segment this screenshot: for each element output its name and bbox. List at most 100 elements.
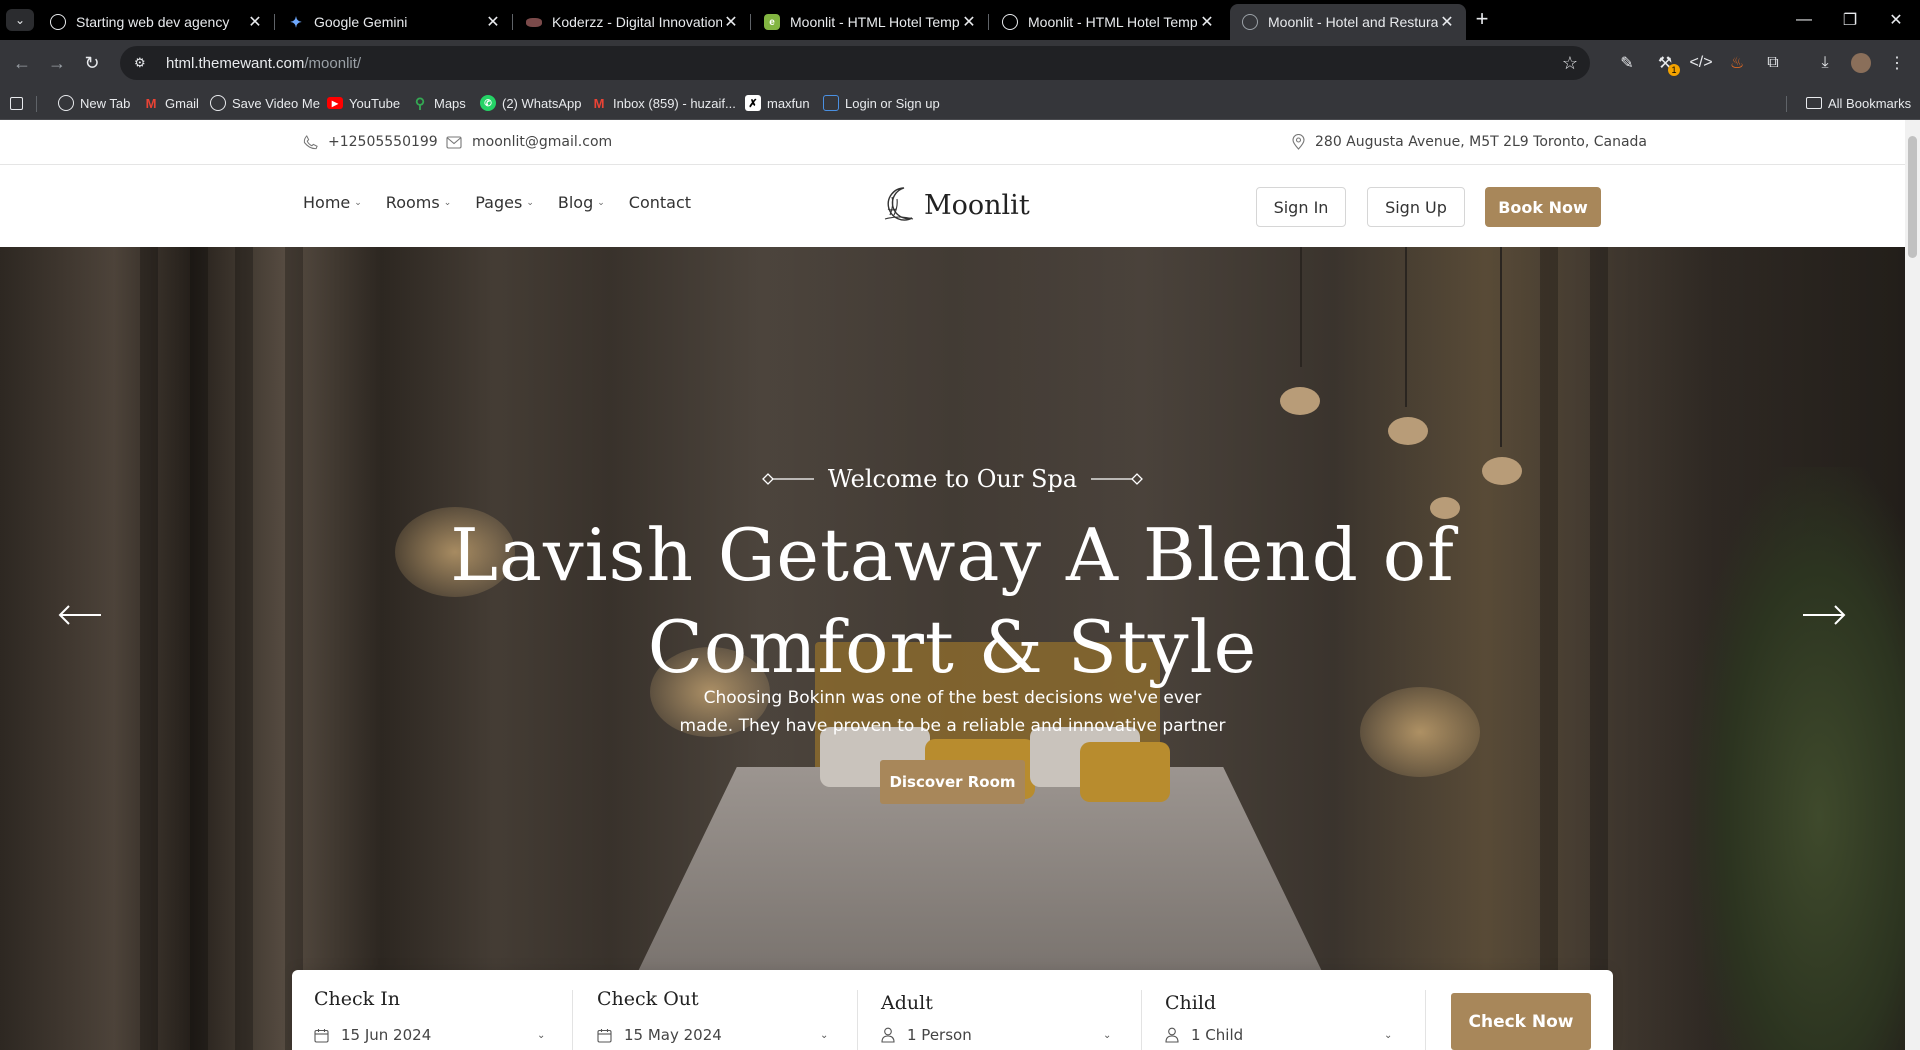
restore-icon[interactable]: ❐ xyxy=(1826,0,1874,40)
extensions-puzzle-icon[interactable]: ⧉ xyxy=(1762,52,1784,74)
email-link[interactable]: moonlit@gmail.com xyxy=(446,134,612,150)
main-navigation: Home ⌄ Rooms ⌄ Pages ⌄ Blog ⌄ Contact Moonli… xyxy=(0,165,1905,247)
bookmark-maxfun[interactable]: ✗ maxfun xyxy=(745,93,810,113)
site-info-icon[interactable]: ⚙ xyxy=(134,55,152,71)
hero-slider: Welcome to Our Spa Lavish Getaway A Blen… xyxy=(0,247,1905,1050)
all-bookmarks[interactable]: All Bookmarks xyxy=(1806,93,1911,113)
chevron-down-icon: ⌄ xyxy=(820,1030,829,1041)
close-tab-icon[interactable]: ✕ xyxy=(722,12,740,32)
check-now-button[interactable]: Check Now xyxy=(1451,993,1591,1050)
bookmarks-bar: New Tab M Gmail Save Video Me ▶ YouTube ⚲ M… xyxy=(0,86,1920,120)
adult-label: Adult xyxy=(881,992,933,1014)
close-tab-icon[interactable]: ✕ xyxy=(960,12,978,32)
location-pin-icon xyxy=(1292,134,1305,150)
adult-select[interactable]: 1 Person xyxy=(881,1026,972,1044)
adult-field[interactable]: Adult 1 Person ⌄ xyxy=(859,970,1139,1050)
browser-tab[interactable]: Moonlit - HTML Hotel Template ✕ xyxy=(990,4,1226,40)
slider-next-arrow-icon[interactable] xyxy=(1800,595,1848,635)
check-in-field[interactable]: Check In 15 Jun 2024 ⌄ xyxy=(292,970,572,1050)
page-viewport: +12505550199 moonlit@gmail.com 280 Augus… xyxy=(0,120,1905,1050)
nav-menu: Home ⌄ Rooms ⌄ Pages ⌄ Blog ⌄ Contact xyxy=(303,193,691,212)
fire-extension-icon[interactable]: ♨ xyxy=(1726,52,1748,74)
forward-icon[interactable]: → xyxy=(45,51,69,75)
close-window-icon[interactable]: ✕ xyxy=(1872,0,1920,40)
child-select[interactable]: 1 Child xyxy=(1165,1026,1243,1044)
nav-item-blog[interactable]: Blog ⌄ xyxy=(558,193,605,212)
gmail-icon: M xyxy=(145,95,157,111)
child-label: Child xyxy=(1165,992,1217,1014)
address-info: 280 Augusta Avenue, M5T 2L9 Toronto, Can… xyxy=(1292,134,1647,150)
hero-subtitle: Welcome to Our Spa xyxy=(0,465,1905,493)
browser-tab[interactable]: ✦ Google Gemini ✕ xyxy=(276,4,512,40)
nav-item-rooms[interactable]: Rooms ⌄ xyxy=(386,193,451,212)
book-now-button[interactable]: Book Now xyxy=(1485,187,1601,227)
check-in-label: Check In xyxy=(314,988,400,1010)
tab-title: Moonlit - HTML Hotel Template xyxy=(790,14,960,30)
apps-grid-icon[interactable] xyxy=(10,93,29,113)
profile-avatar[interactable] xyxy=(1850,52,1872,74)
moonlit-icon xyxy=(1002,14,1018,30)
bookmark-save-video[interactable]: Save Video Me xyxy=(210,93,320,113)
close-tab-icon[interactable]: ✕ xyxy=(246,12,264,32)
browser-tab-active[interactable]: Moonlit - Hotel and Resturant H ✕ xyxy=(1230,4,1466,40)
login-icon xyxy=(823,95,839,111)
nav-item-pages[interactable]: Pages ⌄ xyxy=(475,193,534,212)
sign-in-button[interactable]: Sign In xyxy=(1256,187,1346,227)
openai-icon xyxy=(50,14,66,30)
browser-tab[interactable]: e Moonlit - HTML Hotel Template ✕ xyxy=(752,4,988,40)
chrome-menu-icon[interactable]: ⋮ xyxy=(1886,52,1908,74)
page-scrollbar[interactable] xyxy=(1905,120,1920,1050)
back-icon[interactable]: ← xyxy=(10,51,34,75)
browser-toolbar: ← → ↻ ⚙ html.themewant.com /moonlit/ ☆ ✎… xyxy=(0,40,1920,86)
nav-item-contact[interactable]: Contact xyxy=(629,193,691,212)
person-icon xyxy=(1165,1027,1179,1043)
extension-icon[interactable]: ⚒ 1 xyxy=(1654,52,1680,76)
discover-room-button[interactable]: Discover Room xyxy=(880,760,1025,804)
browser-tab[interactable]: Koderzz - Digital Innovation & I ✕ xyxy=(514,4,750,40)
hero-title: Lavish Getaway A Blend of Comfort & Styl… xyxy=(0,509,1905,693)
scrollbar-thumb[interactable] xyxy=(1908,136,1917,258)
phone-link[interactable]: +12505550199 xyxy=(303,134,438,150)
hero-title-line-1: Lavish Getaway A Blend of xyxy=(450,513,1455,597)
moonlit-icon xyxy=(1242,14,1258,30)
reload-icon[interactable]: ↻ xyxy=(80,51,104,75)
booking-form: Check In 15 Jun 2024 ⌄ Check Out 15 May … xyxy=(292,970,1613,1050)
bookmark-whatsapp[interactable]: ✆ (2) WhatsApp xyxy=(480,93,581,113)
logo-text: Moonlit xyxy=(924,189,1030,221)
close-tab-icon[interactable]: ✕ xyxy=(484,12,502,32)
check-out-label: Check Out xyxy=(597,988,699,1010)
bookmark-youtube[interactable]: ▶ YouTube xyxy=(327,93,400,113)
sign-up-button[interactable]: Sign Up xyxy=(1367,187,1465,227)
bookmark-login[interactable]: Login or Sign up xyxy=(823,93,940,113)
close-tab-icon[interactable]: ✕ xyxy=(1438,12,1456,32)
koderzz-icon xyxy=(526,17,542,27)
color-picker-extension-icon[interactable]: ✎ xyxy=(1616,52,1638,74)
chevron-down-icon: ⌄ xyxy=(1103,1030,1112,1041)
bookmark-gmail[interactable]: M Gmail xyxy=(143,93,199,113)
close-tab-icon[interactable]: ✕ xyxy=(1198,12,1216,32)
bookmark-maps[interactable]: ⚲ Maps xyxy=(412,93,466,113)
devtools-extension-icon[interactable]: </> xyxy=(1689,52,1712,74)
browser-tab[interactable]: Starting web dev agency ✕ xyxy=(38,4,274,40)
download-icon[interactable]: ⤓ xyxy=(1814,52,1836,74)
child-field[interactable]: Child 1 Child ⌄ xyxy=(1143,970,1423,1050)
site-logo[interactable]: Moonlit xyxy=(882,185,1030,225)
chevron-down-icon: ⌄ xyxy=(443,197,452,208)
moonlit-logo-icon xyxy=(884,187,914,221)
check-out-value[interactable]: 15 May 2024 xyxy=(597,1026,722,1044)
slider-prev-arrow-icon[interactable] xyxy=(56,595,104,635)
nav-item-home[interactable]: Home ⌄ xyxy=(303,193,362,212)
check-in-value[interactable]: 15 Jun 2024 xyxy=(314,1026,431,1044)
bookmark-new-tab[interactable]: New Tab xyxy=(58,93,130,113)
hero-description: Choosing Bokinn was one of the best deci… xyxy=(679,688,1226,736)
bookmark-inbox[interactable]: M Inbox (859) - huzaif... xyxy=(591,93,736,113)
phone-number: +12505550199 xyxy=(328,134,438,150)
maps-icon: ⚲ xyxy=(414,94,426,111)
check-out-field[interactable]: Check Out 15 May 2024 ⌄ xyxy=(575,970,855,1050)
minimize-icon[interactable]: — xyxy=(1780,0,1828,40)
address-bar[interactable]: ⚙ html.themewant.com /moonlit/ ☆ xyxy=(120,46,1590,80)
envato-icon: e xyxy=(764,14,780,30)
new-tab-button[interactable]: + xyxy=(1470,8,1494,32)
tab-search-button[interactable]: ⌄ xyxy=(6,9,34,31)
bookmark-star-icon[interactable]: ☆ xyxy=(1562,53,1578,74)
